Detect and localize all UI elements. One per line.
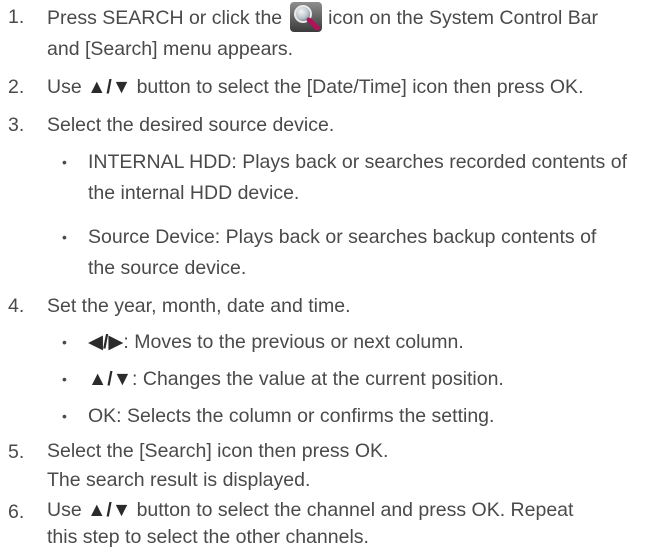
bullet-desc: : Changes the value at the current posit…	[132, 368, 504, 390]
bullet-line: INTERNAL HDD: Plays back or searches rec…	[88, 151, 627, 173]
step-text: Use ▲/▼ button to select the channel and…	[47, 497, 662, 551]
bullet-icon: •	[62, 334, 67, 350]
bullet-text: ▲/▼: Changes the value at the current po…	[88, 364, 662, 395]
step-text: Press SEARCH or click the icon on the Sy…	[47, 2, 662, 65]
bullet-text: OK: Selects the column or confirms the s…	[88, 401, 662, 432]
bullet-icon: •	[62, 371, 67, 387]
step-text: Select the desired source device.	[47, 110, 662, 141]
up-down-arrow-icon: ▲/▼	[88, 368, 133, 390]
bullet-line: ◀/▶: Moves to the previous or next colum…	[88, 327, 662, 358]
step-line: Select the [Search] icon then press OK.	[47, 440, 389, 462]
step-line: Set the year, month, date and time.	[47, 295, 351, 317]
bullet-line: OK: Selects the column or confirms the s…	[88, 405, 495, 427]
up-down-arrow-icon: ▲/▼	[87, 499, 132, 521]
step-number: 6.	[8, 501, 25, 523]
bullet-text: Source Device: Plays back or searches ba…	[88, 222, 662, 284]
search-magnifier-icon	[290, 2, 323, 32]
step-text: Select the [Search] icon then press OK. …	[47, 437, 662, 495]
bullet-line: the source device.	[88, 257, 247, 279]
bullet-desc: : Moves to the previous or next column.	[123, 331, 464, 353]
step-text-before-icon: Press SEARCH or click the	[47, 7, 283, 29]
step-number: 2.	[8, 76, 25, 98]
step-text-before: Use	[47, 76, 82, 98]
step-text-after-icon: icon on the System Control Bar	[328, 7, 599, 29]
step-number: 5.	[8, 441, 25, 463]
step-line: Use ▲/▼ button to select the channel and…	[47, 497, 662, 524]
bullet-text: INTERNAL HDD: Plays back or searches rec…	[88, 147, 662, 209]
step-number: 4.	[8, 295, 25, 317]
bullet-text: ◀/▶: Moves to the previous or next colum…	[88, 327, 662, 358]
bullet-icon: •	[62, 154, 67, 170]
step-line: Select the desired source device.	[47, 114, 335, 136]
step-text: Set the year, month, date and time.	[47, 291, 662, 322]
up-down-arrow-icon: ▲/▼	[87, 76, 132, 98]
bullet-icon: •	[62, 229, 67, 245]
step-text-after: button to select the [Date/Time] icon th…	[136, 76, 584, 98]
step-line: The search result is displayed.	[47, 469, 311, 491]
bullet-line: the internal HDD device.	[88, 182, 300, 204]
step-number: 1.	[8, 6, 25, 28]
step-line: Use ▲/▼ button to select the [Date/Time]…	[47, 72, 662, 103]
step-line: and [Search] menu appears.	[47, 38, 294, 60]
step-text: Use ▲/▼ button to select the [Date/Time]…	[47, 72, 662, 103]
bullet-icon: •	[62, 408, 67, 424]
bullet-line: ▲/▼: Changes the value at the current po…	[88, 364, 662, 395]
step-line: this step to select the other channels.	[47, 526, 369, 548]
step-text-before: Use	[47, 499, 82, 521]
left-right-arrow-icon: ◀/▶	[88, 331, 124, 353]
step-line: Press SEARCH or click the icon on the Sy…	[47, 2, 662, 34]
step-text-after: button to select the channel and press O…	[136, 499, 574, 521]
step-number: 3.	[8, 114, 25, 136]
bullet-line: Source Device: Plays back or searches ba…	[88, 226, 597, 248]
